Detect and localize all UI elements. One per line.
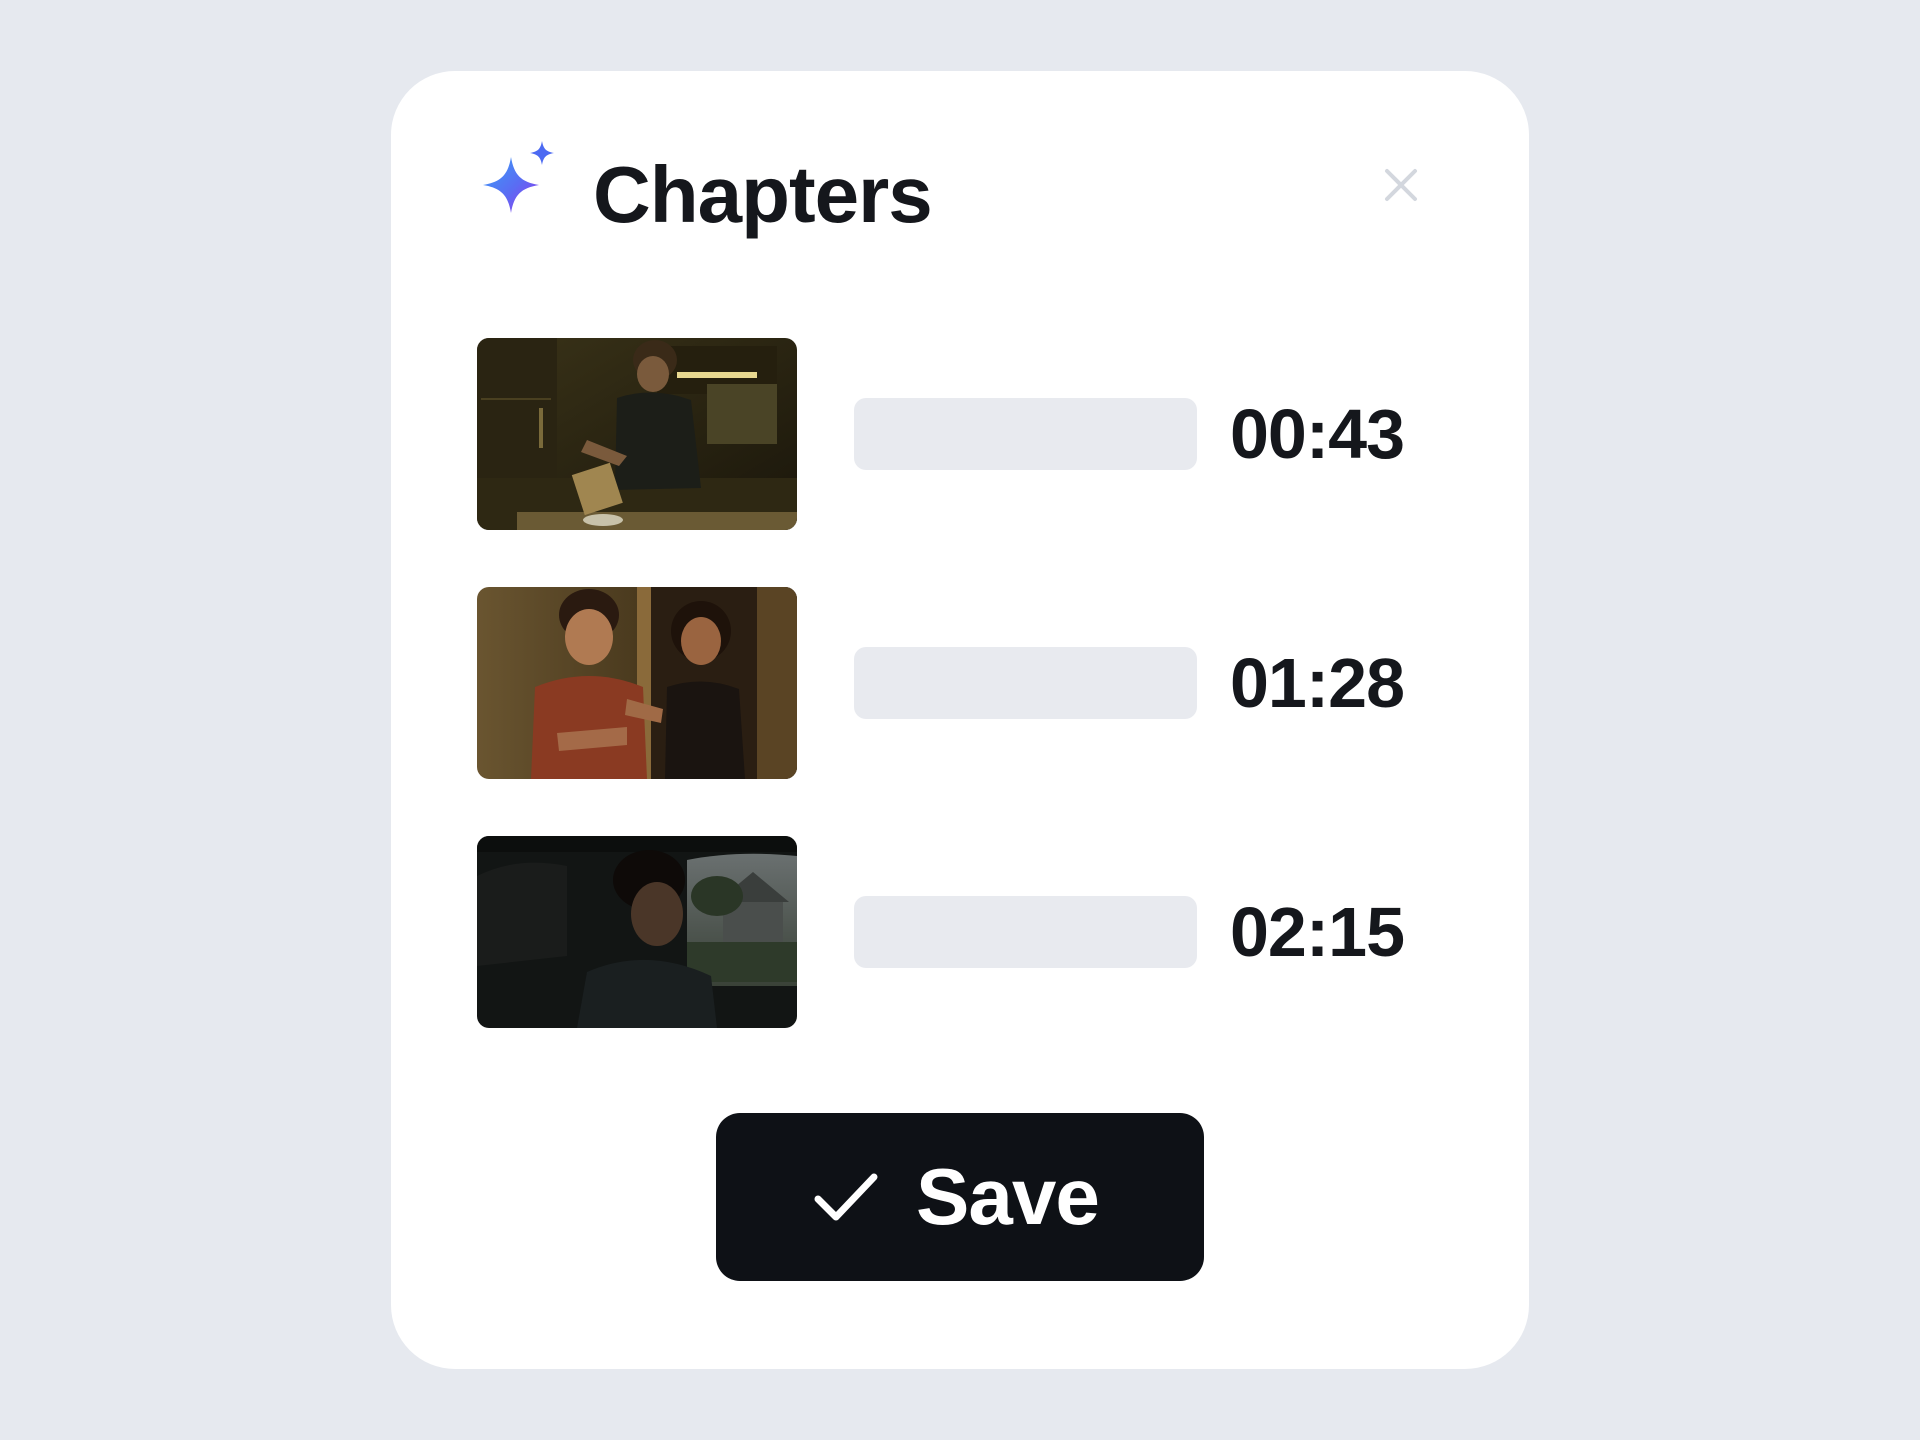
- dialog-title: Chapters: [593, 150, 933, 239]
- save-button-label: Save: [916, 1152, 1100, 1241]
- chapter-row: 00:43: [477, 338, 1437, 530]
- save-button[interactable]: Save: [716, 1113, 1204, 1281]
- chapter-name-field[interactable]: [854, 896, 1197, 968]
- sparkle-icon: [483, 141, 554, 213]
- chapter-name-field[interactable]: [854, 647, 1197, 719]
- chapter-thumbnail[interactable]: [477, 836, 797, 1028]
- chapters-dialog: Chapters 00:43 01:28 02:15 Save: [391, 71, 1529, 1369]
- close-icon[interactable]: [1377, 161, 1425, 209]
- chapter-timestamp: 00:43: [1229, 395, 1405, 473]
- chapter-thumbnail[interactable]: [477, 338, 797, 530]
- chapter-row: 01:28: [477, 587, 1437, 779]
- chapter-timestamp: 02:15: [1229, 893, 1405, 971]
- chapter-row: 02:15: [477, 836, 1437, 1028]
- chapter-timestamp: 01:28: [1229, 644, 1405, 722]
- checkmark-icon: [814, 1173, 878, 1221]
- chapter-name-field[interactable]: [854, 398, 1197, 470]
- dialog-header: Chapters: [477, 141, 1437, 261]
- chapter-thumbnail[interactable]: [477, 587, 797, 779]
